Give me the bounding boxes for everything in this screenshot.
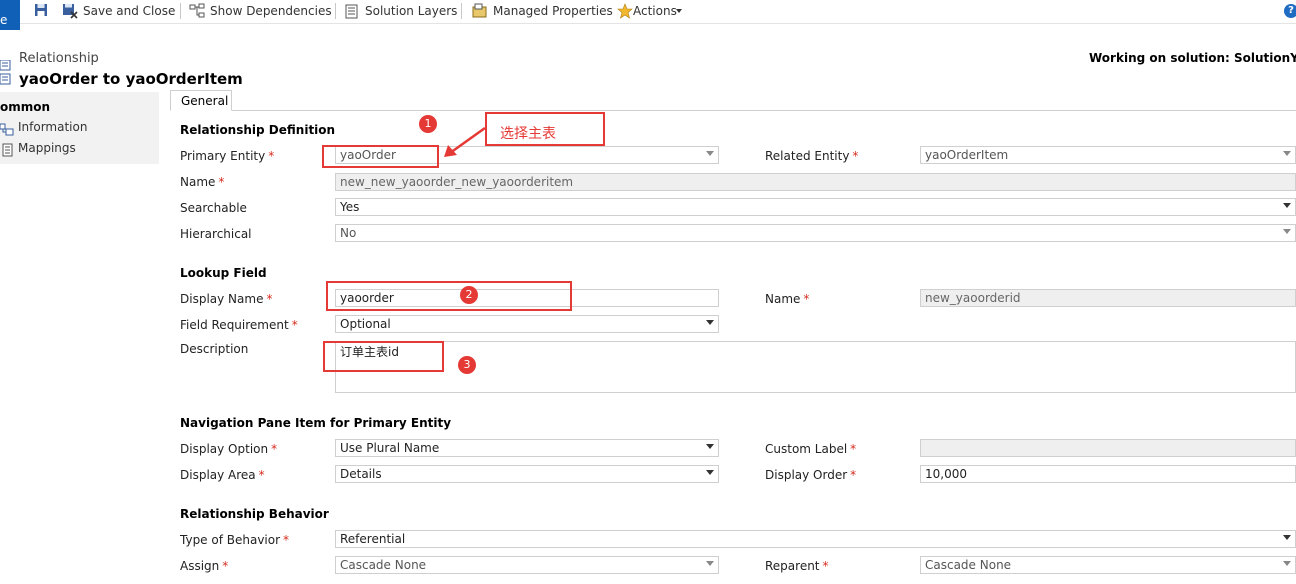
- section-relationship-behavior: Relationship Behavior: [180, 507, 329, 521]
- type-of-behavior-select[interactable]: Referential: [335, 530, 1296, 548]
- solution-context: Working on solution: SolutionYaoHo: [1089, 51, 1296, 65]
- relationship-name-field[interactable]: new_new_yaoorder_new_yaoorderitem: [335, 173, 1296, 191]
- save-close-icon: [63, 4, 78, 19]
- section-relationship-definition: Relationship Definition: [180, 123, 336, 137]
- save-and-close-label: Save and Close: [83, 4, 176, 18]
- dropdown-arrow-icon: [1283, 203, 1291, 208]
- dropdown-arrow-icon: [1283, 535, 1291, 540]
- hierarchical-label: Hierarchical: [180, 227, 252, 241]
- searchable-label: Searchable: [180, 201, 247, 215]
- annotation-box-description: [323, 341, 444, 372]
- dropdown-arrow-icon: [706, 151, 714, 156]
- nav-item-information[interactable]: Information: [0, 120, 140, 138]
- reparent-label: Reparent *: [765, 559, 829, 573]
- related-entity-label: Related Entity *: [765, 149, 859, 163]
- help-icon[interactable]: ?: [1284, 4, 1296, 18]
- actions-menu[interactable]: Actions: [617, 0, 687, 22]
- lookup-name-field[interactable]: new_yaoorderid: [920, 289, 1296, 307]
- mappings-icon: [2, 143, 13, 157]
- annotation-badge-3: 3: [458, 356, 476, 374]
- display-order-input[interactable]: 10,000: [920, 465, 1296, 483]
- solution-layers-label: Solution Layers: [365, 4, 458, 18]
- annotation-badge-1: 1: [419, 115, 437, 133]
- annotation-note: 选择主表: [485, 112, 605, 146]
- description-label: Description: [180, 342, 249, 356]
- searchable-select[interactable]: Yes: [335, 198, 1296, 216]
- type-of-behavior-label: Type of Behavior *: [180, 533, 290, 547]
- annotation-badge-2: 2: [460, 286, 478, 304]
- section-navigation-pane: Navigation Pane Item for Primary Entity: [180, 416, 452, 430]
- custom-label-label: Custom Label *: [765, 442, 857, 456]
- custom-label-field[interactable]: [920, 439, 1296, 457]
- entity-type-label: Relationship: [19, 51, 99, 66]
- page-title: yaoOrder to yaoOrderItem: [19, 70, 243, 88]
- related-entity-select[interactable]: yaoOrderItem: [920, 146, 1296, 164]
- chevron-down-icon: [676, 9, 682, 13]
- tab-strip-divider: [170, 110, 1296, 111]
- dropdown-arrow-icon: [1283, 151, 1291, 156]
- managed-properties-button[interactable]: Managed Properties: [472, 0, 613, 22]
- field-requirement-label: Field Requirement *: [180, 318, 298, 332]
- actions-label: Actions: [633, 4, 677, 18]
- actions-star-icon: [617, 3, 633, 19]
- nav-item-mappings[interactable]: Mappings: [0, 141, 140, 159]
- dropdown-arrow-icon: [1283, 229, 1291, 234]
- lookup-name-label: Name *: [765, 292, 810, 306]
- primary-entity-label: Primary Entity *: [180, 149, 275, 163]
- managed-properties-icon: [472, 3, 487, 18]
- command-bar: e Save and Close Show Dependencies Solut…: [0, 0, 1296, 30]
- display-order-label: Display Order *: [765, 468, 857, 482]
- relationship-icon: [0, 59, 12, 86]
- dropdown-arrow-icon: [706, 561, 714, 566]
- name-label: Name *: [180, 175, 225, 189]
- hierarchical-select[interactable]: No: [335, 224, 1296, 242]
- display-name-label: Display Name *: [180, 292, 273, 306]
- file-tab[interactable]: e: [0, 0, 20, 30]
- reparent-select[interactable]: Cascade None: [920, 556, 1296, 574]
- managed-properties-label: Managed Properties: [493, 4, 613, 18]
- save-and-close-button[interactable]: Save and Close: [62, 0, 176, 22]
- dropdown-arrow-icon: [706, 470, 714, 475]
- nav-item-label: Mappings: [18, 141, 76, 155]
- field-requirement-select[interactable]: Optional: [335, 315, 719, 333]
- annotation-box-display-name: [326, 281, 572, 311]
- nav-group-common: ommon: [0, 100, 51, 114]
- save-button[interactable]: [34, 0, 50, 22]
- assign-label: Assign *: [180, 559, 229, 573]
- information-icon: [0, 123, 14, 136]
- display-area-select[interactable]: Details: [335, 465, 719, 483]
- annotation-arrow-icon: [444, 126, 486, 157]
- nav-item-label: Information: [18, 120, 88, 134]
- left-navigation: ommon Information Mappings: [0, 92, 159, 164]
- dropdown-arrow-icon: [706, 444, 714, 449]
- save-icon: [35, 4, 47, 16]
- show-dependencies-label: Show Dependencies: [210, 4, 332, 18]
- solution-layers-button[interactable]: Solution Layers: [345, 0, 457, 22]
- dropdown-arrow-icon: [1283, 561, 1291, 566]
- display-area-label: Display Area *: [180, 468, 265, 482]
- dropdown-arrow-icon: [706, 320, 714, 325]
- display-option-select[interactable]: Use Plural Name: [335, 439, 719, 457]
- annotation-box-primary-entity: [322, 145, 439, 168]
- description-textarea[interactable]: 订单主表id: [335, 341, 1296, 393]
- show-dependencies-button[interactable]: Show Dependencies: [189, 0, 332, 22]
- dependencies-icon: [189, 3, 205, 18]
- tab-general[interactable]: General: [170, 90, 232, 111]
- display-option-label: Display Option *: [180, 442, 278, 456]
- section-lookup-field: Lookup Field: [180, 266, 267, 280]
- assign-select[interactable]: Cascade None: [335, 556, 719, 574]
- layers-icon: [345, 4, 358, 19]
